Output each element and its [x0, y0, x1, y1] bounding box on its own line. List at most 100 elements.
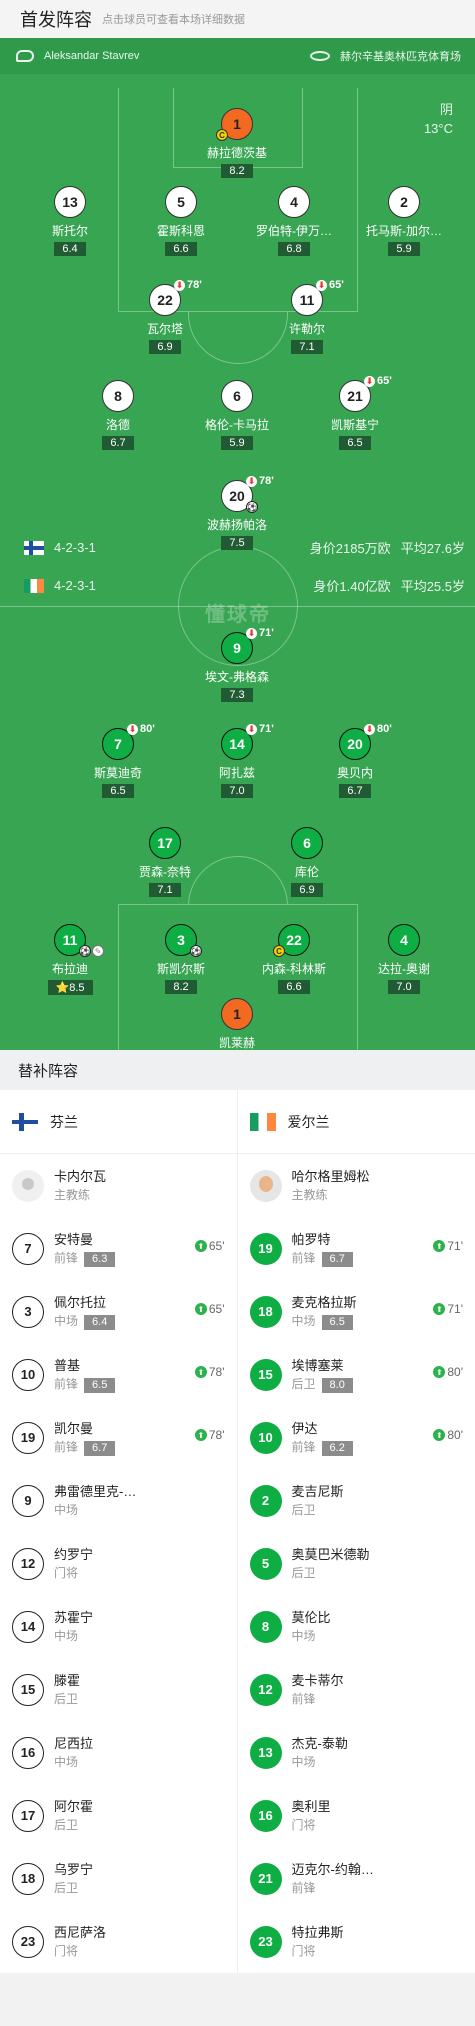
player-name: 霍斯科恩 — [156, 224, 205, 238]
away-sub-row[interactable]: 13 杰克-泰勒 中场 — [238, 1721, 475, 1784]
away-player[interactable]: 17 贾森-奈特 7.1 — [110, 827, 220, 898]
home-subs-team: 芬兰 — [0, 1090, 237, 1154]
player-name: 斯凯尔斯 — [156, 962, 205, 976]
sub-info: 麦卡蒂尔 前锋 — [292, 1671, 344, 1709]
coach-name: 哈尔格里姆松 — [291, 1168, 370, 1184]
sub-off-time: 80' — [140, 723, 155, 735]
home-sub-row[interactable]: 9 弗雷德里克-… 中场 — [0, 1469, 237, 1532]
away-sub-row[interactable]: 16 奥利里 门将 — [238, 1784, 475, 1847]
home-subs: 芬兰 卡内尔瓦 主教练 7 安特曼 前锋 6.3 ⬆ 65' 3 佩尔托拉 中场 6.4 ⬆ 65' 1… — [0, 1090, 238, 1973]
home-sub-row[interactable]: 19 凯尔曼 前锋 6.7 ⬆ 78' — [0, 1406, 237, 1469]
home-player[interactable]: 6 格伦-卡马拉 5.9 — [182, 380, 292, 451]
sub-position: 前锋 — [291, 1880, 316, 1895]
sub-info: 乌罗宁 后卫 — [54, 1860, 93, 1898]
away-player[interactable]: 4 达拉-奥谢 7.0 — [349, 924, 459, 995]
sub-off-indicator: ⬇ 78' — [246, 475, 274, 487]
home-player[interactable]: 13 斯托尔 6.4 — [15, 186, 125, 257]
sub-on-icon: ⬆ — [433, 1366, 446, 1378]
sub-name: 弗雷德里克-… — [54, 1483, 137, 1499]
away-sub-row[interactable]: 19 帕罗特 前锋 6.7 ⬆ 71' — [238, 1217, 475, 1280]
home-player[interactable]: 8 洛德 6.7 — [63, 380, 173, 451]
stadium-name: 赫尔辛基奥林匹克体育场 — [340, 51, 461, 63]
jersey-number: 17 — [149, 827, 181, 859]
jersey-number: 15 — [249, 1358, 282, 1391]
player-name: 许勒尔 — [288, 322, 325, 336]
sub-info: 麦吉尼斯 后卫 — [292, 1482, 344, 1520]
sub-rating: 6.2 — [321, 1440, 353, 1456]
away-player[interactable]: 14 ⬇ 71' 阿扎兹 7.0 — [182, 723, 292, 799]
home-sub-row[interactable]: 16 尼西拉 中场 — [0, 1721, 237, 1784]
sub-off-time: 65' — [329, 279, 344, 291]
home-sub-row[interactable]: 10 普基 前锋 6.5 ⬆ 78' — [0, 1343, 237, 1406]
jersey-number: 13 — [249, 1736, 282, 1769]
sub-on-icon: ⬆ — [194, 1240, 207, 1252]
home-sub-row[interactable]: 14 苏霍宁 中场 — [0, 1595, 237, 1658]
away-player[interactable]: 7 ⬇ 80' 斯莫迪奇 6.5 — [63, 723, 173, 799]
jersey-number: 3 ⚽ — [165, 924, 202, 957]
home-player[interactable]: 22 ⬇ 78' 瓦尔塔 6.9 — [110, 279, 220, 355]
away-coach[interactable]: 哈尔格里姆松 主教练 — [238, 1154, 475, 1217]
sub-position: 门将 — [54, 1943, 79, 1958]
sub-off-time: 71' — [259, 723, 274, 735]
home-player[interactable]: 4 罗伯特-伊万… 6.8 — [239, 186, 349, 257]
away-player[interactable]: 3 ⚽ 斯凯尔斯 8.2 — [126, 924, 236, 995]
away-sub-row[interactable]: 10 伊达 前锋 6.2 ⬆ 80' — [238, 1406, 475, 1469]
home-player[interactable]: 11 ⬇ 65' 许勒尔 7.1 — [252, 279, 362, 355]
player-rating: 6.7 — [339, 784, 371, 798]
sub-on-icon: ⬆ — [194, 1429, 207, 1441]
home-sub-row[interactable]: 18 乌罗宁 后卫 — [0, 1847, 237, 1910]
sub-info: 凯尔曼 前锋 6.7 — [54, 1419, 116, 1457]
away-sub-row[interactable]: 15 埃博塞莱 后卫 8.0 ⬆ 80' — [238, 1343, 475, 1406]
home-player[interactable]: 21 ⬇ 65' 凯斯基宁 6.5 — [300, 375, 410, 451]
sub-info: 奥利里 门将 — [292, 1797, 331, 1835]
away-sub-row[interactable]: 21 迈克尔-约翰… 前锋 — [238, 1847, 475, 1910]
home-player[interactable]: 1 C 赫拉德茨基 8.2 — [182, 108, 292, 179]
sub-name: 埃博塞莱 — [291, 1357, 344, 1373]
away-player[interactable]: 22 C 内森-科林斯 6.6 — [239, 924, 349, 995]
subs-columns: 芬兰 卡内尔瓦 主教练 7 安特曼 前锋 6.3 ⬆ 65' 3 佩尔托拉 中场 6.4 ⬆ 65' 1… — [0, 1090, 475, 1973]
home-sub-row[interactable]: 12 约罗宁 门将 — [0, 1532, 237, 1595]
jersey-number: 21 ⬇ 65' — [339, 375, 392, 412]
assist-icon: ✎ — [92, 945, 104, 957]
away-sub-row[interactable]: 18 麦克格拉斯 中场 6.5 ⬆ 71' — [238, 1280, 475, 1343]
away-sub-row[interactable]: 23 特拉弗斯 门将 — [238, 1910, 475, 1973]
home-player[interactable]: 2 托马斯-加尔… 5.9 — [349, 186, 459, 257]
sub-info: 阿尔霍 后卫 — [54, 1797, 93, 1835]
away-sub-row[interactable]: 12 麦卡蒂尔 前锋 — [238, 1658, 475, 1721]
jersey-number: 5 — [249, 1547, 282, 1580]
home-sub-row[interactable]: 15 滕霍 后卫 — [0, 1658, 237, 1721]
sub-off-indicator: ⬇ 78' — [174, 279, 202, 291]
sub-rating: 6.4 — [84, 1314, 116, 1330]
jersey-number: 12 — [249, 1673, 282, 1706]
sub-info: 杰克-泰勒 中场 — [292, 1734, 348, 1772]
home-player[interactable]: 5 霍斯科恩 6.6 — [126, 186, 236, 257]
sub-off-indicator: ⬇ 65' — [364, 375, 392, 387]
away-sub-row[interactable]: 8 莫伦比 中场 — [238, 1595, 475, 1658]
sub-off-icon: ⬇ — [246, 627, 257, 639]
away-sub-row[interactable]: 5 奥莫巴米德勒 后卫 — [238, 1532, 475, 1595]
ireland-flag-icon — [24, 578, 44, 593]
sub-on-time: 71' — [447, 1302, 463, 1316]
jersey-number: 17 — [12, 1799, 44, 1832]
sub-on-icon: ⬆ — [194, 1303, 207, 1315]
away-subs-team: 爱尔兰 — [237, 1090, 475, 1154]
home-sub-row[interactable]: 7 安特曼 前锋 6.3 ⬆ 65' — [0, 1217, 237, 1280]
home-value: 身价2185万欧 — [309, 541, 391, 556]
stadium-icon — [310, 51, 330, 61]
player-rating: 7.0 — [221, 784, 253, 798]
home-sub-row[interactable]: 23 西尼萨洛 门将 — [0, 1910, 237, 1973]
away-player[interactable]: 11 ⚽ ✎ 布拉迪 ⭐8.5 — [15, 924, 125, 996]
sub-info: 佩尔托拉 中场 6.4 — [54, 1293, 116, 1331]
away-sub-row[interactable]: 2 麦吉尼斯 后卫 — [238, 1469, 475, 1532]
away-player[interactable]: 6 库伦 6.9 — [252, 827, 362, 898]
home-sub-row[interactable]: 17 阿尔霍 后卫 — [0, 1784, 237, 1847]
jersey-number: 1 — [221, 998, 253, 1030]
away-player[interactable]: 1凯莱赫6.5 — [182, 998, 292, 1050]
finland-flag-icon — [24, 540, 44, 555]
away-player[interactable]: 9 ⬇ 71' 埃文-弗格森 7.3 — [182, 627, 292, 703]
sub-position: 中场 — [54, 1628, 79, 1643]
away-player[interactable]: 20 ⬇ 80' 奥贝内 6.7 — [300, 723, 410, 799]
home-coach[interactable]: 卡内尔瓦 主教练 — [0, 1154, 237, 1217]
home-player[interactable]: 20 ⚽ ⬇ 78' 波赫扬帕洛 7.5 — [182, 475, 292, 551]
home-sub-row[interactable]: 3 佩尔托拉 中场 6.4 ⬆ 65' — [0, 1280, 237, 1343]
